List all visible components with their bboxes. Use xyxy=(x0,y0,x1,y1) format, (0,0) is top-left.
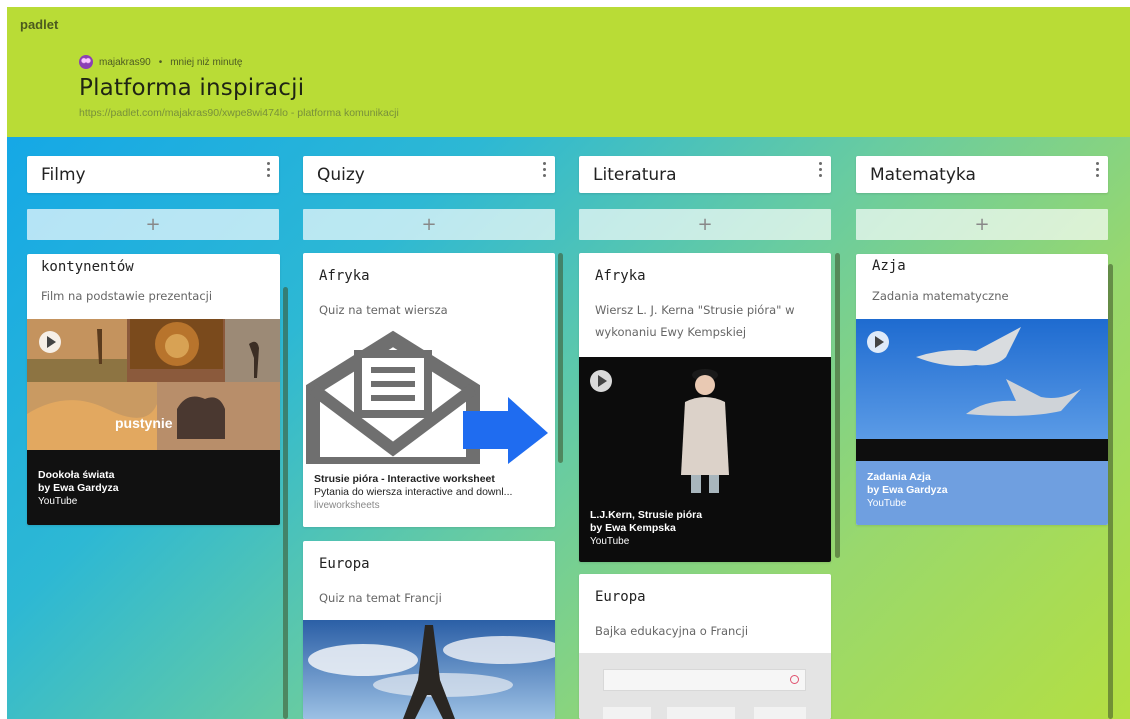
link-author: by Ewa Kempska xyxy=(590,522,676,534)
link-info: Strusie pióra - Interactive worksheet Py… xyxy=(303,473,555,512)
add-post-button[interactable]: + xyxy=(303,209,555,240)
post-description: Quiz na temat wiersza xyxy=(319,303,448,317)
post-card[interactable]: kontynentów Film na podstawie prezentacj… xyxy=(27,254,280,525)
column-header: Literatura xyxy=(579,156,831,193)
author-name[interactable]: majakras90 xyxy=(99,57,151,68)
column-title: Filmy xyxy=(41,165,86,185)
link-title: Strusie pióra - Interactive worksheet xyxy=(314,473,495,485)
link-description: Pytania do wiersza interactive and downl… xyxy=(314,486,513,498)
worksheet-thumbnail[interactable] xyxy=(303,329,555,464)
post-title: Azja xyxy=(872,258,906,274)
padlet-logo[interactable]: padlet xyxy=(20,17,58,32)
embed-search-bar xyxy=(603,669,806,691)
link-title: Dookoła świata xyxy=(38,469,115,481)
column-header: Quizy xyxy=(303,156,555,193)
eiffel-tower-image xyxy=(303,620,555,719)
post-title: Afryka xyxy=(319,268,370,284)
column-header: Matematyka xyxy=(856,156,1108,193)
post-description: Wiersz L. J. Kerna "Strusie pióra" w wyk… xyxy=(595,303,795,339)
board: Filmy + kontynentów Film na podstawie pr… xyxy=(7,137,1130,719)
column-scrollbar[interactable] xyxy=(558,253,563,463)
embed-block xyxy=(667,707,735,719)
post-description: Film na podstawie prezentacji xyxy=(41,289,213,303)
post-title: kontynentów xyxy=(41,259,134,275)
add-post-button[interactable]: + xyxy=(579,209,831,240)
embed-block xyxy=(603,707,651,719)
post-meta: majakras90 • mniej niż minutę xyxy=(79,55,242,69)
column-title: Matematyka xyxy=(870,165,976,185)
post-description: Zadania matematyczne xyxy=(872,289,1009,303)
post-description: Quiz na temat Francji xyxy=(319,591,442,605)
embed-block xyxy=(754,707,806,719)
link-source: YouTube xyxy=(590,536,630,547)
timestamp: mniej niż minutę xyxy=(170,56,243,68)
play-icon[interactable] xyxy=(590,370,612,392)
video-thumbnail[interactable] xyxy=(856,319,1108,461)
post-title: Afryka xyxy=(595,268,646,284)
link-preview[interactable]: Zadania Azja by Ewa Gardyza YouTube xyxy=(856,461,1108,525)
more-options-icon[interactable] xyxy=(817,162,823,180)
column-header: Filmy xyxy=(27,156,279,193)
link-title: Zadania Azja xyxy=(867,471,931,483)
column-scrollbar[interactable] xyxy=(283,287,288,719)
embed-preview[interactable] xyxy=(579,653,831,719)
image-thumbnail[interactable] xyxy=(303,620,555,719)
post-card[interactable]: Afryka Wiersz L. J. Kerna "Strusie pióra… xyxy=(579,253,831,562)
more-options-icon[interactable] xyxy=(1094,162,1100,180)
record-icon xyxy=(790,675,799,684)
post-title: Europa xyxy=(595,589,646,605)
padlet-header: padlet majakras90 • mniej niż minutę Pla… xyxy=(7,7,1130,137)
column-quizy: Quizy + xyxy=(303,156,555,240)
video-thumbnail xyxy=(579,357,831,497)
envelope-arrow-icon xyxy=(306,330,548,464)
page-title: Platforma inspiracji xyxy=(79,75,305,101)
column-title: Quizy xyxy=(317,165,365,185)
link-preview[interactable]: Dookoła świata by Ewa Gardyza YouTube xyxy=(27,450,280,525)
post-card[interactable]: Europa Quiz na temat Francji xyxy=(303,541,555,719)
link-source: YouTube xyxy=(38,496,78,507)
column-scrollbar[interactable] xyxy=(1108,264,1113,719)
column-matematyka: Matematyka + xyxy=(856,156,1108,240)
link-title: L.J.Kern, Strusie pióra xyxy=(590,509,703,521)
column-filmy: Filmy + xyxy=(27,156,279,240)
video-thumbnail[interactable]: pustynie xyxy=(27,319,280,450)
column-title: Literatura xyxy=(593,165,677,185)
post-card[interactable]: Europa Bajka edukacyjna o Francji xyxy=(579,574,831,719)
post-card[interactable]: Afryka Quiz na temat wiersza Strusie pió… xyxy=(303,253,555,527)
play-icon[interactable] xyxy=(867,331,889,353)
add-post-button[interactable]: + xyxy=(856,209,1108,240)
post-title: Europa xyxy=(319,556,370,572)
link-info: Zadania Azja by Ewa Gardyza YouTube xyxy=(856,471,1108,510)
link-info: Dookoła świata by Ewa Gardyza YouTube xyxy=(27,469,280,508)
avatar[interactable] xyxy=(79,55,93,69)
link-author: by Ewa Gardyza xyxy=(38,482,119,494)
link-preview[interactable]: Strusie pióra - Interactive worksheet Py… xyxy=(303,464,555,527)
column-scrollbar[interactable] xyxy=(835,253,840,558)
separator-dot: • xyxy=(158,56,163,68)
thumbnail-caption: pustynie xyxy=(115,415,173,431)
link-author: by Ewa Gardyza xyxy=(867,484,948,496)
cranes-image xyxy=(856,319,1108,461)
more-options-icon[interactable] xyxy=(265,162,271,180)
add-post-button[interactable]: + xyxy=(27,209,279,240)
video-preview[interactable]: L.J.Kern, Strusie pióra by Ewa Kempska Y… xyxy=(579,357,831,562)
more-options-icon[interactable] xyxy=(541,162,547,180)
link-source: YouTube xyxy=(867,498,907,509)
post-card[interactable]: Azja Zadania matematyczne Zadania Azja b… xyxy=(856,254,1108,525)
link-info: L.J.Kern, Strusie pióra by Ewa Kempska Y… xyxy=(579,509,831,548)
post-description: Bajka edukacyjna o Francji xyxy=(595,624,749,638)
page-subtitle: https://padlet.com/majakras90/xwpe8wi474… xyxy=(79,107,399,119)
link-source: liveworksheets xyxy=(314,500,380,511)
play-icon[interactable] xyxy=(39,331,61,353)
column-literatura: Literatura + xyxy=(579,156,831,240)
